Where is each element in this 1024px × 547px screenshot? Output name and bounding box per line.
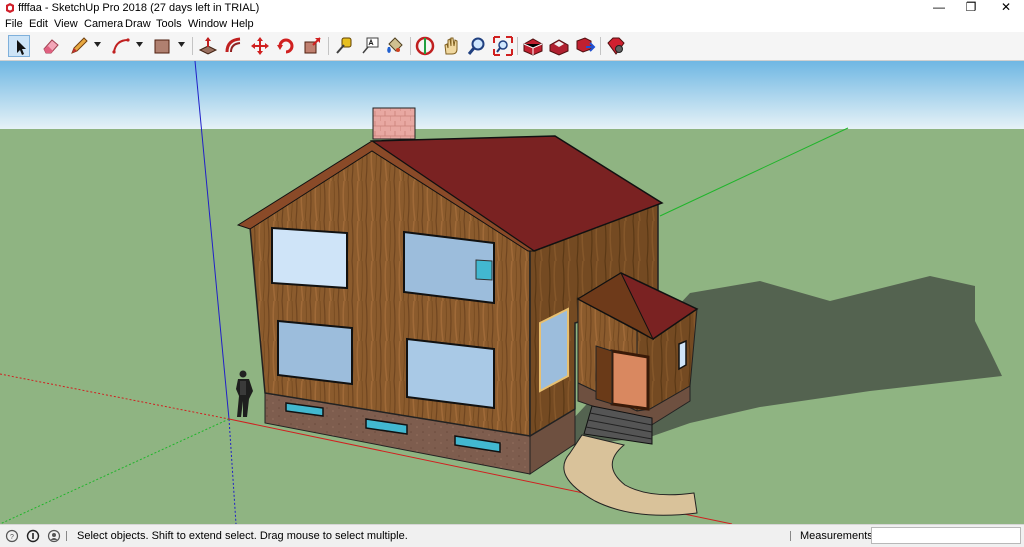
menu-camera[interactable]: Camera (84, 18, 123, 30)
select-tool-button[interactable] (8, 35, 30, 57)
eraser-tool-button[interactable] (40, 35, 62, 57)
move-tool-button[interactable] (249, 35, 271, 57)
porch-small-window (678, 339, 687, 371)
menu-draw[interactable]: Draw (125, 18, 151, 30)
scene-canvas[interactable] (0, 61, 1024, 524)
arc-dropdown-chevron-icon[interactable] (135, 40, 144, 49)
scale-tool-button[interactable] (301, 35, 323, 57)
menu-tools[interactable]: Tools (156, 18, 182, 30)
door-frame-left (595, 345, 613, 405)
tape-measure-tool-button[interactable] (333, 35, 355, 57)
orbit-icon (415, 36, 435, 56)
rectangle-tool-button[interactable] (151, 35, 173, 57)
toolbar-separator (192, 37, 193, 55)
zoom-icon (467, 37, 485, 55)
rotate-icon (277, 38, 294, 54)
menu-window[interactable]: Window (188, 18, 227, 30)
shape-dropdown-chevron-icon[interactable] (177, 40, 186, 49)
sketchup-logo-icon (6, 3, 14, 13)
title-bar: ffffaa - SketchUp Pro 2018 (27 days left… (0, 0, 1024, 16)
toolbar-separator (517, 37, 518, 55)
line-dropdown-chevron-icon[interactable] (93, 40, 102, 49)
window-title: ffffaa - SketchUp Pro 2018 (27 days left… (18, 2, 260, 14)
status-bar: ? Select objects. Shift to extend select… (0, 524, 1024, 547)
offset-icon (225, 37, 241, 53)
status-message: Select objects. Shift to extend select. … (77, 530, 408, 542)
extension-warehouse-button[interactable] (548, 35, 570, 57)
sky (0, 61, 1024, 129)
push-pull-tool-button[interactable] (197, 35, 219, 57)
chimney (372, 107, 416, 140)
line-tool-button[interactable] (68, 35, 90, 57)
toolbar (0, 32, 1024, 61)
menu-edit[interactable]: Edit (29, 18, 48, 30)
user-account-icon[interactable] (47, 529, 61, 543)
window-lower-left-glass (277, 319, 353, 386)
move-icon (251, 37, 269, 55)
pan-tool-button[interactable] (440, 35, 462, 57)
extension-manager-button[interactable] (605, 35, 627, 57)
paint-bucket-tool-button[interactable] (384, 35, 406, 57)
minimize-button[interactable]: — (924, 0, 954, 16)
send-to-layout-button[interactable] (574, 35, 596, 57)
menu-help[interactable]: Help (231, 18, 254, 30)
tape-measure-icon (336, 37, 352, 54)
3d-warehouse-button[interactable] (522, 35, 544, 57)
front-door (610, 349, 650, 411)
rectangle-icon (154, 39, 170, 54)
scale-icon (304, 37, 321, 54)
send-to-layout-icon (576, 37, 596, 53)
measurements-divider (790, 531, 791, 541)
push-pull-icon (198, 37, 218, 55)
restore-button[interactable]: ❐ (956, 0, 986, 16)
text-tool-button[interactable] (359, 35, 381, 57)
arc-icon (112, 38, 130, 54)
extension-manager-icon (607, 37, 625, 55)
extension-warehouse-icon (549, 39, 569, 56)
zoom-extents-tool-button[interactable] (492, 35, 514, 57)
select-arrow-icon (17, 40, 26, 55)
toolbar-separator (328, 37, 329, 55)
3d-warehouse-icon (523, 38, 543, 56)
toolbar-separator (600, 37, 601, 55)
pan-icon (444, 37, 458, 55)
text-icon (362, 37, 379, 54)
status-divider (66, 531, 67, 541)
toolbar-separator (410, 37, 411, 55)
svg-text:?: ? (10, 534, 14, 541)
paint-bucket-icon (387, 37, 403, 53)
menu-file[interactable]: File (5, 18, 23, 30)
line-pencil-icon (71, 37, 88, 54)
window-upper-right-inner (475, 259, 493, 281)
window-upper-left-glass (271, 226, 348, 290)
model-viewport[interactable] (0, 61, 1024, 524)
rotate-tool-button[interactable] (275, 35, 297, 57)
measurements-label: Measurements (800, 530, 873, 542)
eraser-icon (43, 39, 59, 54)
offset-tool-button[interactable] (223, 35, 245, 57)
side-window (539, 307, 569, 393)
geo-location-icon[interactable]: ? (5, 529, 19, 543)
credits-icon[interactable] (26, 529, 40, 543)
close-button[interactable]: ✕ (991, 0, 1021, 16)
menu-bar: File Edit View Camera Draw Tools Window … (0, 16, 1024, 32)
zoom-extents-icon (493, 36, 513, 56)
arc-tool-button[interactable] (110, 35, 132, 57)
menu-view[interactable]: View (54, 18, 78, 30)
orbit-tool-button[interactable] (414, 35, 436, 57)
window-lower-right-glass (406, 337, 495, 410)
zoom-tool-button[interactable] (466, 35, 488, 57)
measurements-input[interactable] (871, 527, 1021, 544)
